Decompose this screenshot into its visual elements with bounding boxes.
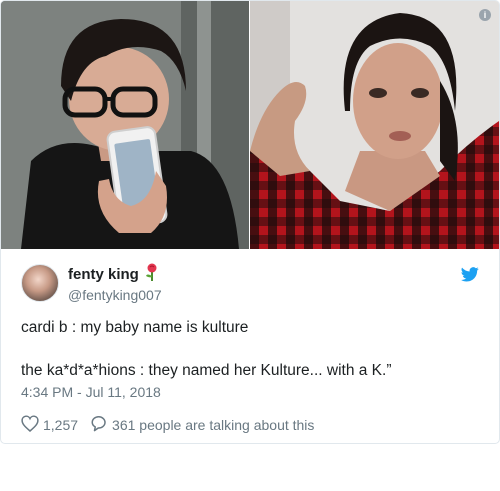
- talking-text: 361 people are talking about this: [112, 417, 315, 433]
- embedded-tweet-card: i fenty king @fentyking007 cardi b: my …: [0, 0, 500, 444]
- talking-link[interactable]: 361 people are talking about this: [90, 415, 314, 435]
- media-photo-right[interactable]: i: [250, 1, 499, 249]
- rose-icon: [145, 263, 159, 285]
- twitter-bird-icon[interactable]: [461, 267, 479, 287]
- heart-icon: [21, 415, 43, 435]
- info-icon[interactable]: i: [479, 9, 491, 21]
- tweet-text-line: the ka*d*a*hions : they named her Kultur…: [21, 362, 392, 379]
- tweet-header: fenty king @fentyking007: [21, 249, 479, 317]
- like-count: 1,257: [43, 417, 79, 433]
- media-photo-left[interactable]: [1, 1, 249, 249]
- speech-bubble-icon: [90, 415, 112, 435]
- photo-right-illustration: [250, 1, 499, 249]
- tweet-text-line: cardi b : my baby name is kulture: [21, 319, 249, 336]
- author-info[interactable]: fenty king @fentyking007: [68, 263, 162, 303]
- user-handle[interactable]: @fentyking007: [68, 287, 162, 303]
- tweet-timestamp[interactable]: 4:34 PM - Jul 11, 2018: [21, 384, 479, 400]
- tweet-actions: 1,257 361 people are talking about this: [21, 415, 479, 435]
- tweet-text: cardi b : my baby name is kulture the ka…: [21, 317, 479, 382]
- avatar[interactable]: [21, 264, 59, 302]
- display-name-row: fenty king: [68, 263, 162, 285]
- tweet-media[interactable]: i: [1, 1, 499, 249]
- photo-left-illustration: [1, 1, 249, 249]
- like-button[interactable]: 1,257: [21, 415, 78, 435]
- tweet-body: fenty king @fentyking007 cardi b: my ba…: [1, 249, 499, 435]
- display-name[interactable]: fenty king: [68, 266, 139, 283]
